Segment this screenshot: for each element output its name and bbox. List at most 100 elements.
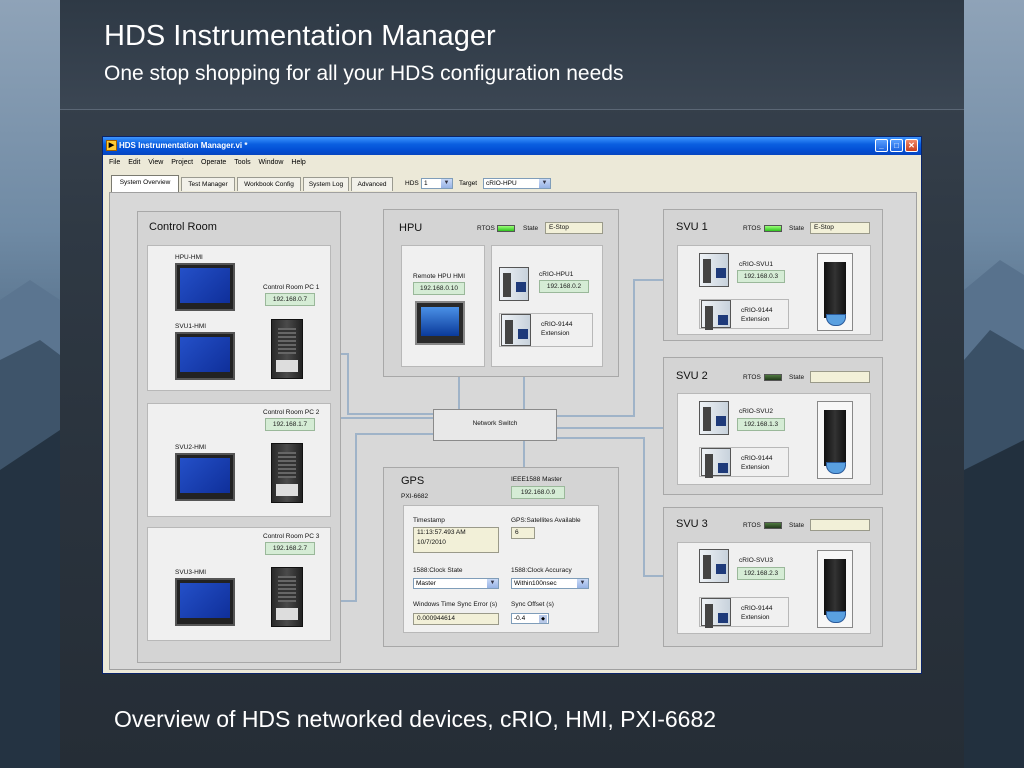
menu-help[interactable]: Help xyxy=(291,156,305,170)
state-label: State xyxy=(523,225,539,232)
network-switch: Network Switch xyxy=(433,409,557,441)
crio-ip-field: 192.168.2.3 xyxy=(737,567,785,580)
pc-label: Control Room PC 1 xyxy=(263,284,320,291)
state-label: State xyxy=(789,225,805,232)
hmi-label: SVU1-HMI xyxy=(175,323,207,330)
svu1-title: SVU 1 xyxy=(676,221,708,233)
sync-error-field: 0.000944614 xyxy=(413,613,499,625)
crio-label: cRIO-HPU1 xyxy=(539,271,574,278)
crio-hpu-box xyxy=(491,245,603,367)
state-label: State xyxy=(789,522,805,529)
extension-label: Extension xyxy=(741,464,770,471)
window-titlebar[interactable]: ▶ HDS Instrumentation Manager.vi * _ □ ✕ xyxy=(103,137,921,155)
hds-select[interactable]: 1 ▼ xyxy=(421,178,453,189)
crio-icon xyxy=(699,253,729,287)
rtos-status-led xyxy=(764,225,782,232)
target-select[interactable]: cRIO-HPU ▼ xyxy=(483,178,551,189)
svu3-state-field xyxy=(810,519,870,531)
menu-project[interactable]: Project xyxy=(171,156,193,170)
timestamp-time: 11:13:57.493 AM xyxy=(417,529,466,536)
sync-offset-stepper[interactable]: -0.4 ◆ xyxy=(511,613,549,624)
monitor-icon xyxy=(175,578,235,626)
servo-valve-unit-icon xyxy=(817,401,853,479)
labview-window: ▶ HDS Instrumentation Manager.vi * _ □ ✕… xyxy=(102,136,922,674)
crio-icon xyxy=(699,401,729,435)
servo-valve-unit-icon xyxy=(817,253,853,331)
remote-hmi-ip-field: 192.168.0.10 xyxy=(413,282,465,295)
timestamp-field: 11:13:57.493 AM 10/7/2010 xyxy=(413,527,499,553)
menu-operate[interactable]: Operate xyxy=(201,156,226,170)
rtos-label: RTOS xyxy=(743,225,761,232)
minimize-button[interactable]: _ xyxy=(875,139,888,152)
hmi-label: SVU3-HMI xyxy=(175,569,207,576)
chevron-down-icon: ▼ xyxy=(577,579,588,588)
chevron-down-icon: ▼ xyxy=(441,179,452,188)
crio-ip-field: 192.168.0.2 xyxy=(539,280,589,293)
stepper-arrows-icon[interactable]: ◆ xyxy=(539,615,547,623)
network-link xyxy=(557,437,643,439)
rtos-label: RTOS xyxy=(743,374,761,381)
close-button[interactable]: ✕ xyxy=(905,139,918,152)
labview-app-icon: ▶ xyxy=(106,140,117,151)
tab-test-manager[interactable]: Test Manager xyxy=(181,177,235,191)
svu3-title: SVU 3 xyxy=(676,518,708,530)
chevron-down-icon: ▼ xyxy=(539,179,550,188)
menu-file[interactable]: File xyxy=(109,156,120,170)
control-room-title: Control Room xyxy=(149,221,217,233)
network-link xyxy=(347,413,433,415)
clock-accuracy-select[interactable]: Within100nsec ▼ xyxy=(511,578,589,589)
menu-window[interactable]: Window xyxy=(259,156,284,170)
network-link xyxy=(339,417,433,419)
hpu-state-field: E-Stop xyxy=(545,222,603,234)
hds-label: HDS xyxy=(405,180,419,187)
clock-accuracy-value: Within100nsec xyxy=(514,580,557,587)
extension-label: cRIO-9144 xyxy=(541,321,573,328)
monitor-icon xyxy=(175,332,235,380)
clock-state-value: Master xyxy=(416,580,436,587)
hmi-label: SVU2-HMI xyxy=(175,444,207,451)
menu-view[interactable]: View xyxy=(148,156,163,170)
crio-icon xyxy=(501,314,531,346)
pc-tower-icon xyxy=(271,319,303,379)
crio-label: cRIO-SVU1 xyxy=(739,261,773,268)
crio-label: cRIO-SVU2 xyxy=(739,408,773,415)
extension-label: cRIO-9144 xyxy=(741,455,773,462)
crio-ip-field: 192.168.0.3 xyxy=(737,270,785,283)
svu2-title: SVU 2 xyxy=(676,370,708,382)
target-select-value: cRIO-HPU xyxy=(486,180,517,187)
clock-state-select[interactable]: Master ▼ xyxy=(413,578,499,589)
network-link xyxy=(557,415,633,417)
network-link xyxy=(355,433,433,435)
monitor-icon xyxy=(175,453,235,501)
tab-system-log[interactable]: System Log xyxy=(303,177,349,191)
pc-tower-icon xyxy=(271,443,303,503)
svu2-state-field xyxy=(810,371,870,383)
network-link xyxy=(523,441,525,467)
network-link xyxy=(633,279,635,417)
tab-workbook-config[interactable]: Workbook Config xyxy=(237,177,301,191)
monitor-icon xyxy=(175,263,235,311)
clock-state-label: 1588:Clock State xyxy=(413,567,463,574)
sync-offset-value: -0.4 xyxy=(514,615,526,622)
remote-hmi-label: Remote HPU HMI xyxy=(413,273,466,280)
rtos-status-led xyxy=(497,225,515,232)
extension-label: Extension xyxy=(741,316,770,323)
pc-ip-field: 192.168.2.7 xyxy=(265,542,315,555)
maximize-button[interactable]: □ xyxy=(890,139,903,152)
rtos-label: RTOS xyxy=(743,522,761,529)
timestamp-date: 10/7/2010 xyxy=(417,539,446,546)
tab-advanced[interactable]: Advanced xyxy=(351,177,393,191)
hds-select-value: 1 xyxy=(424,180,428,187)
window-title: HDS Instrumentation Manager.vi * xyxy=(119,141,248,150)
menu-edit[interactable]: Edit xyxy=(128,156,140,170)
state-label: State xyxy=(789,374,805,381)
satellites-label: GPS:Satellites Available xyxy=(511,517,581,524)
crio-icon xyxy=(701,300,731,330)
crio-icon xyxy=(699,549,729,583)
slide-caption: Overview of HDS networked devices, cRIO,… xyxy=(114,706,717,732)
target-label: Target xyxy=(459,180,478,187)
crio-icon xyxy=(701,448,731,478)
menu-tools[interactable]: Tools xyxy=(234,156,250,170)
tab-system-overview[interactable]: System Overview xyxy=(111,175,179,192)
pc-ip-field: 192.168.0.7 xyxy=(265,293,315,306)
